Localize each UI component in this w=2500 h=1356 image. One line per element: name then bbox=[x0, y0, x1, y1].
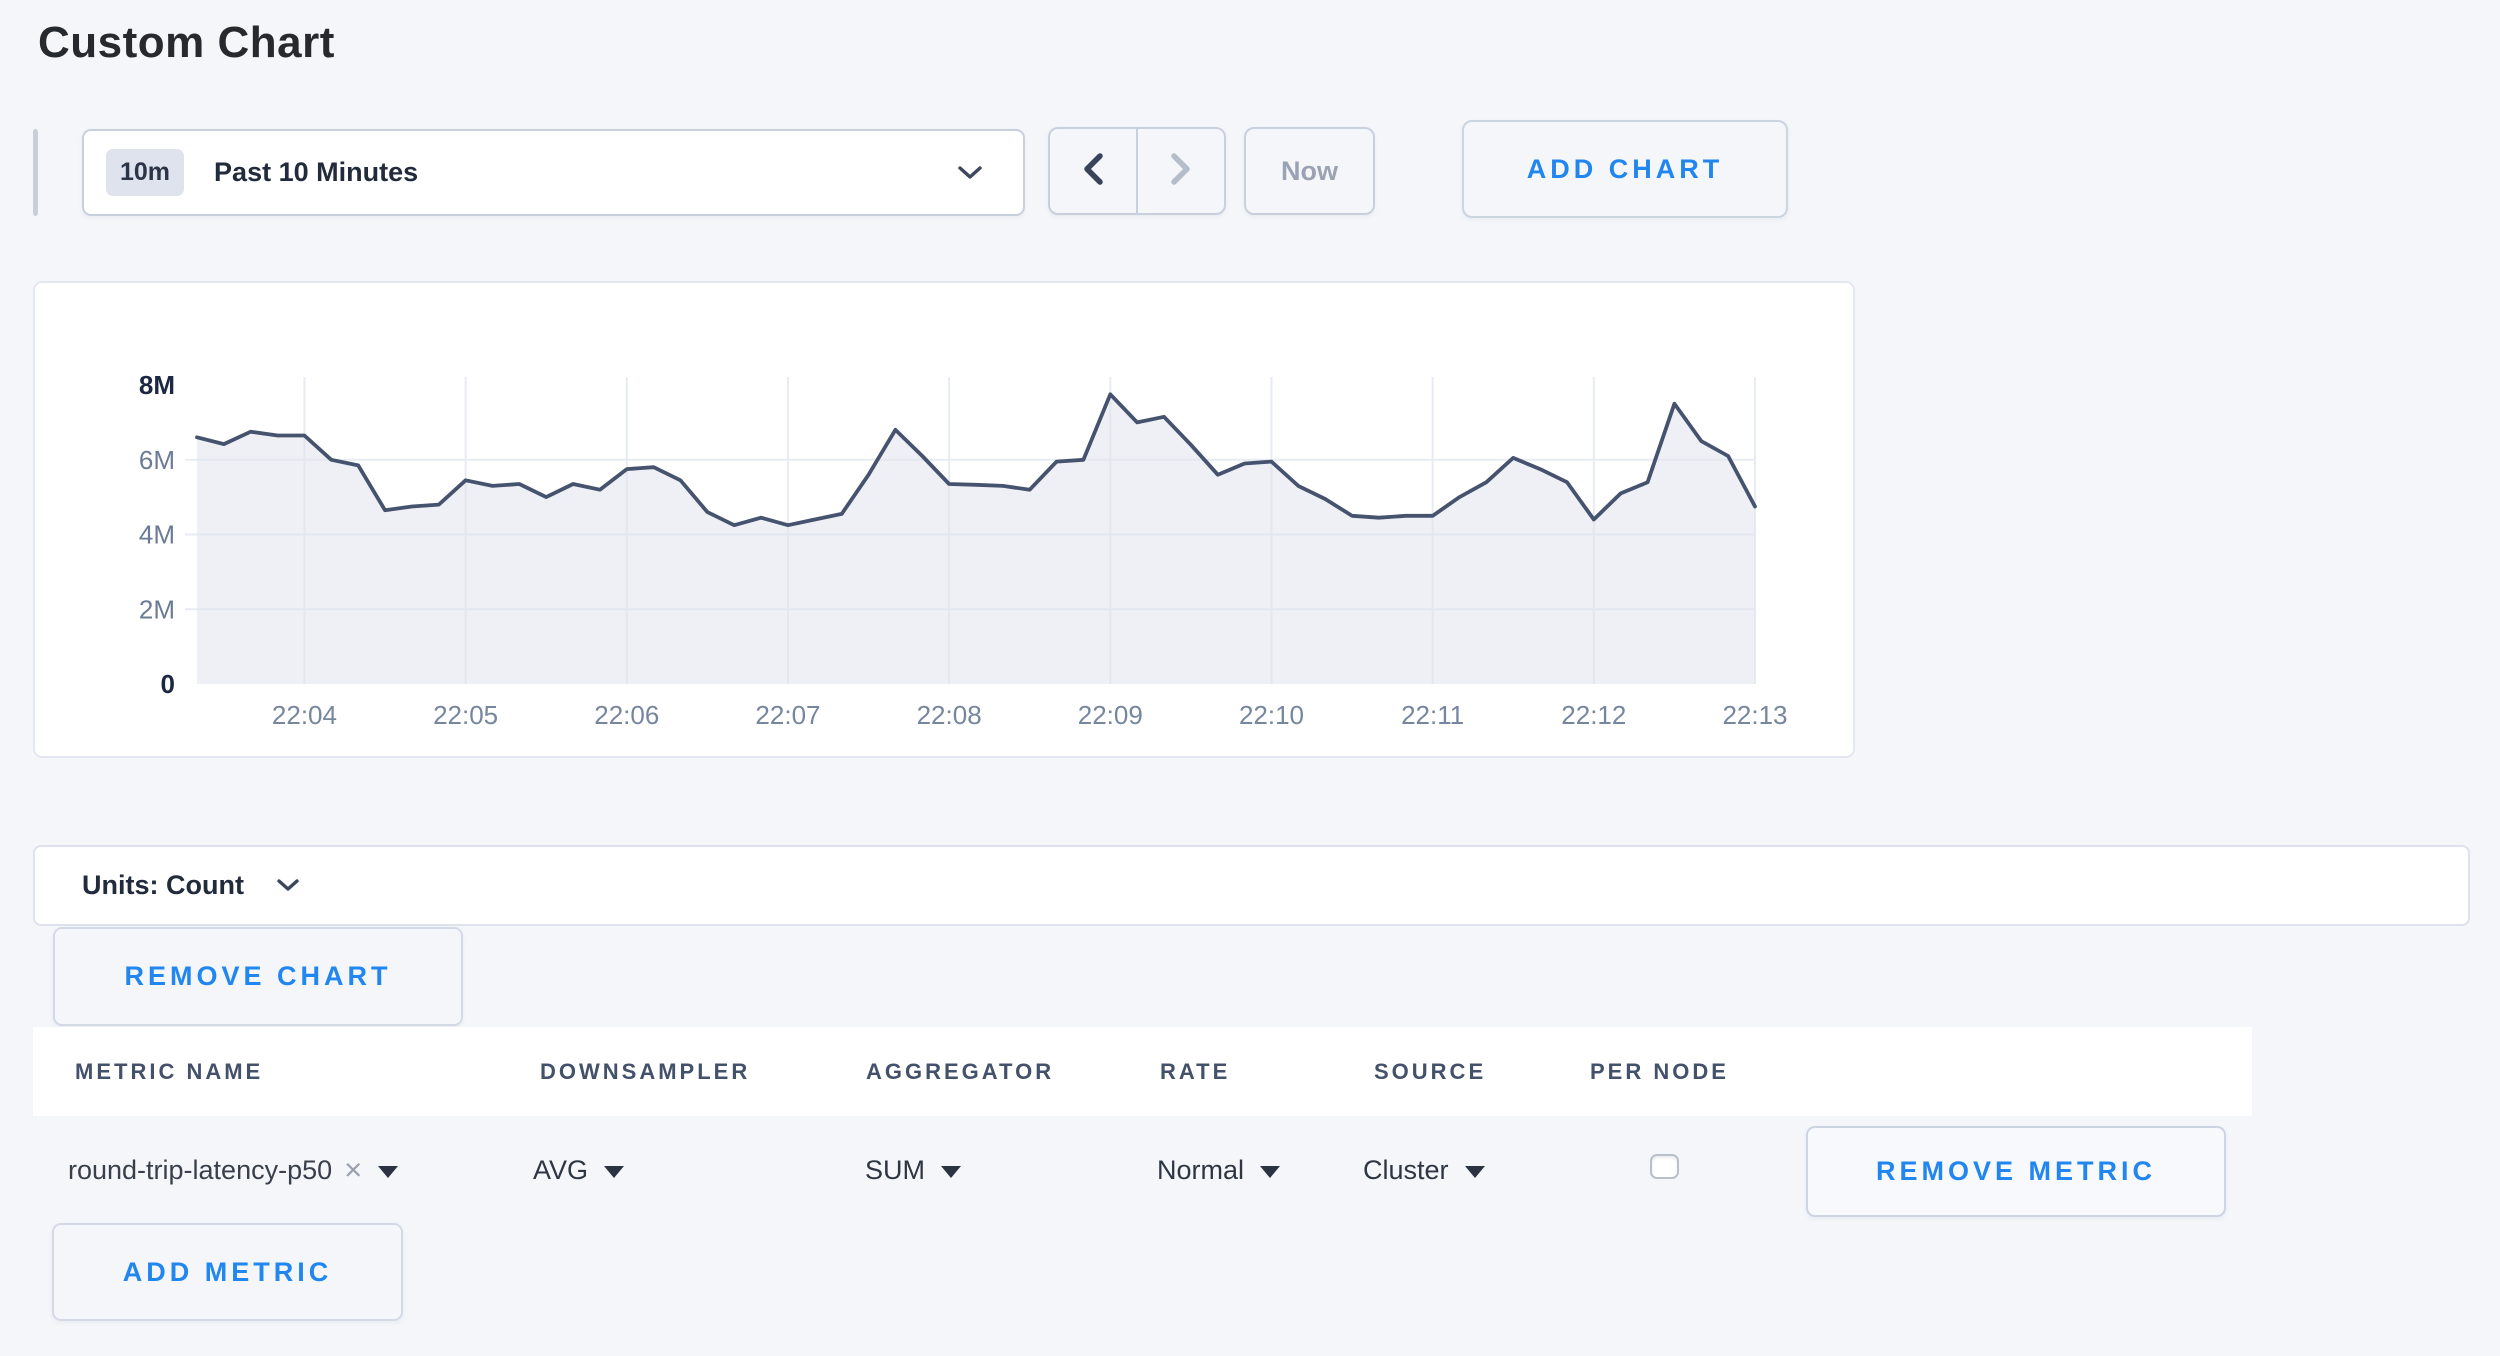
source-dropdown[interactable]: Cluster bbox=[1363, 1116, 1485, 1224]
per-node-checkbox[interactable] bbox=[1650, 1154, 1679, 1179]
chevron-down-icon bbox=[276, 878, 300, 898]
svg-text:22:09: 22:09 bbox=[1078, 700, 1143, 730]
add-metric-button[interactable]: ADD METRIC bbox=[52, 1223, 403, 1321]
time-scale-badge: 10m bbox=[106, 149, 184, 196]
source-value: Cluster bbox=[1363, 1155, 1449, 1186]
metrics-table-header: METRIC NAME DOWNSAMPLER AGGREGATOR RATE … bbox=[33, 1027, 2252, 1116]
add-chart-button[interactable]: ADD CHART bbox=[1462, 120, 1788, 218]
time-range-label: Past 10 Minutes bbox=[214, 157, 418, 188]
svg-text:22:10: 22:10 bbox=[1239, 700, 1304, 730]
time-forward-button[interactable] bbox=[1136, 129, 1224, 213]
remove-chart-button[interactable]: REMOVE CHART bbox=[53, 927, 463, 1026]
column-header-source: SOURCE bbox=[1374, 1027, 1486, 1116]
remove-metric-button[interactable]: REMOVE METRIC bbox=[1806, 1126, 2226, 1217]
page-title: Custom Chart bbox=[38, 18, 335, 68]
column-header-rate: RATE bbox=[1160, 1027, 1230, 1116]
caret-down-icon bbox=[604, 1166, 624, 1178]
remove-tag-icon[interactable]: × bbox=[344, 1152, 362, 1188]
svg-text:6M: 6M bbox=[139, 445, 175, 475]
timeseries-chart-card: 0 2M 4M 6M 8M 22:04 22:05 22:06 22:07 22:08 22:09 2… bbox=[33, 281, 1855, 758]
svg-text:22:11: 22:11 bbox=[1401, 700, 1464, 730]
rate-dropdown[interactable]: Normal bbox=[1157, 1116, 1280, 1224]
column-header-downsampler: DOWNSAMPLER bbox=[540, 1027, 750, 1116]
toolbar-accent-divider bbox=[33, 129, 38, 216]
caret-down-icon bbox=[941, 1166, 961, 1178]
svg-text:22:07: 22:07 bbox=[755, 700, 820, 730]
now-button[interactable]: Now bbox=[1244, 127, 1375, 215]
time-range-dropdown[interactable]: 10m Past 10 Minutes bbox=[82, 129, 1025, 216]
aggregator-dropdown[interactable]: SUM bbox=[865, 1116, 961, 1224]
timeseries-chart: 0 2M 4M 6M 8M 22:04 22:05 22:06 22:07 22:08 22:09 2… bbox=[35, 283, 1853, 756]
svg-text:2M: 2M bbox=[139, 594, 175, 624]
units-dropdown[interactable]: Units: Count bbox=[33, 845, 2470, 926]
downsampler-value: AVG bbox=[533, 1155, 588, 1186]
svg-text:22:08: 22:08 bbox=[917, 700, 982, 730]
svg-text:4M: 4M bbox=[139, 520, 175, 550]
units-label: Units: Count bbox=[82, 870, 244, 901]
svg-text:22:12: 22:12 bbox=[1561, 700, 1626, 730]
time-back-button[interactable] bbox=[1050, 129, 1136, 213]
svg-text:22:05: 22:05 bbox=[433, 700, 498, 730]
aggregator-value: SUM bbox=[865, 1155, 925, 1186]
downsampler-dropdown[interactable]: AVG bbox=[533, 1116, 624, 1224]
svg-text:22:13: 22:13 bbox=[1722, 700, 1787, 730]
metric-name-dropdown[interactable]: round-trip-latency-p50 × bbox=[68, 1116, 398, 1224]
caret-down-icon bbox=[1260, 1166, 1280, 1178]
svg-text:22:04: 22:04 bbox=[272, 700, 337, 730]
chevron-right-icon bbox=[1169, 152, 1193, 191]
column-header-per-node: PER NODE bbox=[1590, 1027, 1729, 1116]
rate-value: Normal bbox=[1157, 1155, 1244, 1186]
column-header-aggregator: AGGREGATOR bbox=[866, 1027, 1054, 1116]
chevron-left-icon bbox=[1081, 152, 1105, 191]
caret-down-icon bbox=[378, 1166, 398, 1178]
svg-text:8M: 8M bbox=[139, 370, 175, 400]
metric-name-value: round-trip-latency-p50 bbox=[68, 1155, 332, 1186]
caret-down-icon bbox=[1465, 1166, 1485, 1178]
time-nav-group bbox=[1048, 127, 1226, 215]
svg-text:0: 0 bbox=[161, 669, 175, 699]
chevron-down-icon bbox=[957, 165, 983, 186]
svg-text:22:06: 22:06 bbox=[594, 700, 659, 730]
column-header-metric-name: METRIC NAME bbox=[75, 1027, 263, 1116]
